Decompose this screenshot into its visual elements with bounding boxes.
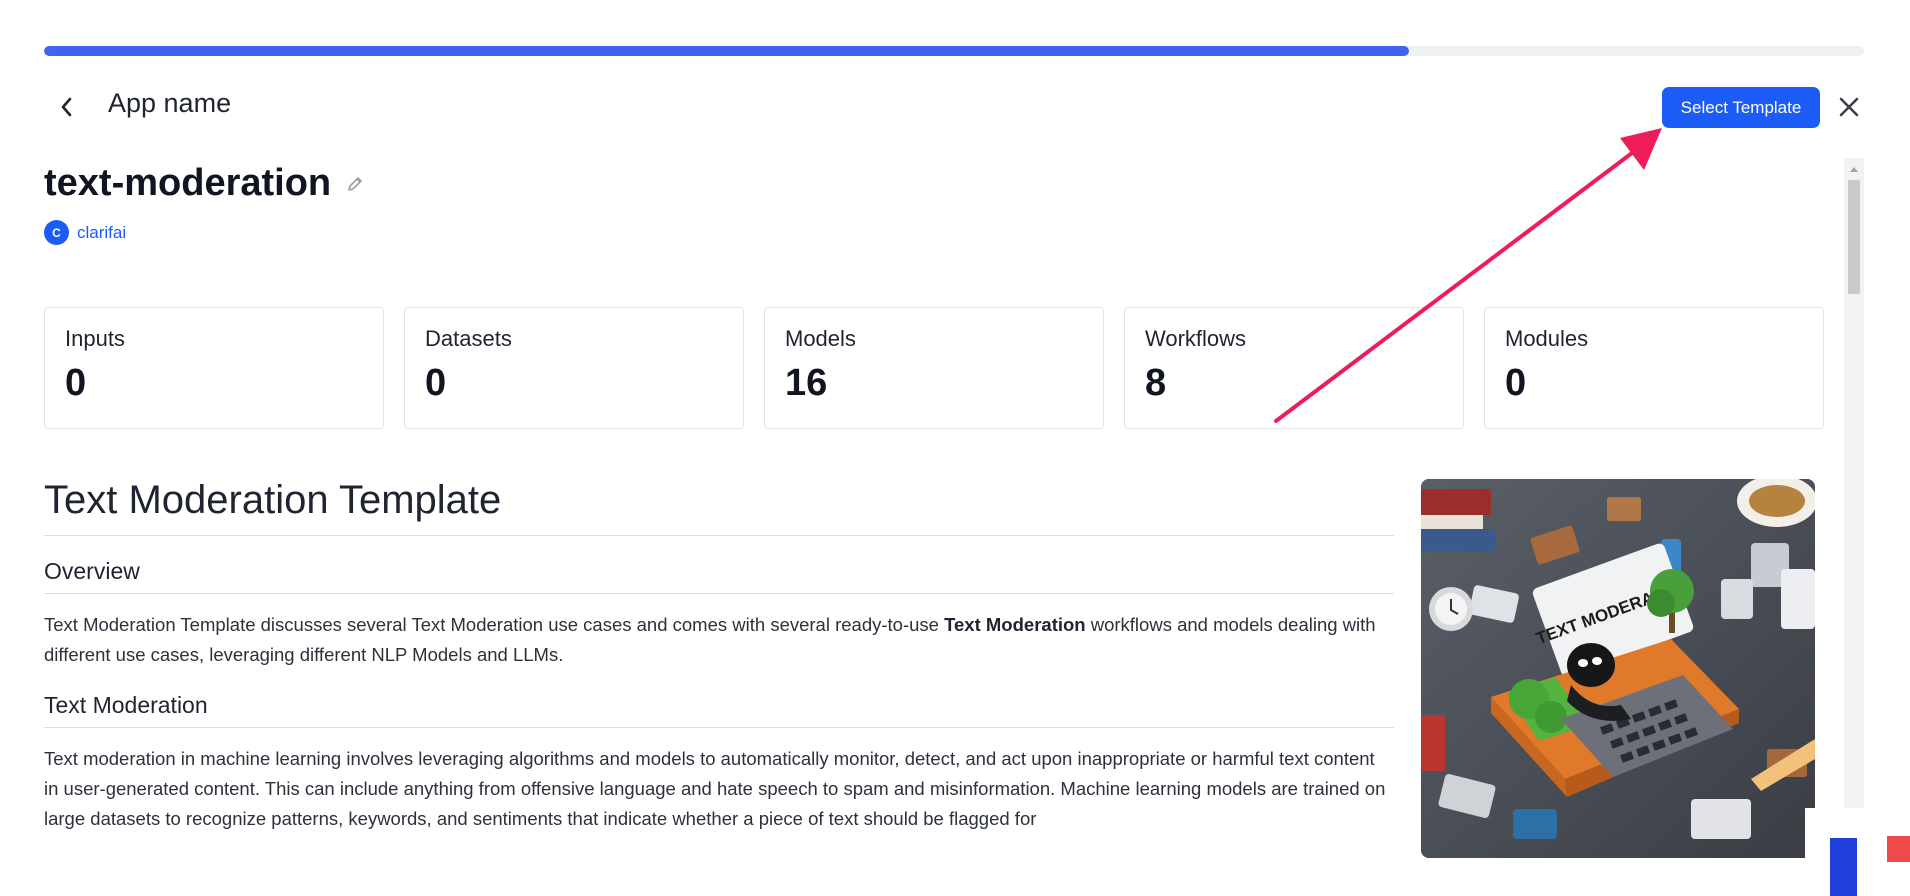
app-title-text: text-moderation: [44, 162, 332, 204]
overview-text-bold: Text Moderation: [944, 614, 1086, 635]
chevron-left-icon: [61, 97, 72, 117]
thumbnail-illustration: TEXT MODERATION: [1421, 479, 1815, 858]
stats-row: Inputs 0 Datasets 0 Models 16 Workflows …: [44, 307, 1824, 429]
stat-value: 16: [785, 362, 828, 404]
app-title: text-moderation: [44, 162, 365, 205]
stat-label: Models: [785, 326, 856, 351]
stat-value: 0: [425, 362, 447, 404]
readme-content: Text Moderation Template Overview Text M…: [44, 478, 1394, 834]
text-moderation-paragraph: Text moderation in machine learning invo…: [44, 748, 1386, 829]
close-icon: [1839, 97, 1859, 117]
scrollbar[interactable]: [1844, 158, 1864, 858]
owner-avatar: C: [44, 220, 69, 245]
progress-bar: [44, 46, 1864, 56]
stat-card-modules[interactable]: Modules 0: [1484, 307, 1824, 429]
overview-text-before: Text Moderation Template discusses sever…: [44, 614, 945, 635]
scroll-up-arrow-icon[interactable]: [1844, 162, 1864, 178]
stat-card-models[interactable]: Models 16: [764, 307, 1104, 429]
progress-bar-fill: [44, 46, 1409, 56]
owner-name[interactable]: clarifai: [77, 223, 126, 243]
stat-label: Inputs: [65, 326, 125, 351]
owner-link[interactable]: C clarifai: [44, 220, 126, 245]
stat-value: 8: [1145, 362, 1167, 404]
stat-value: 0: [65, 362, 87, 404]
stat-card-datasets[interactable]: Datasets 0: [404, 307, 744, 429]
readme-title: Text Moderation Template: [44, 478, 1394, 536]
overview-heading: Overview: [44, 558, 1394, 594]
app-template-page: App name Select Template text-moderation…: [0, 0, 1910, 896]
template-thumbnail: TEXT MODERATION: [1421, 479, 1815, 858]
stat-card-inputs[interactable]: Inputs 0: [44, 307, 384, 429]
stat-label: Modules: [1505, 326, 1589, 351]
stat-card-workflows[interactable]: Workflows 8: [1124, 307, 1464, 429]
close-button[interactable]: [1834, 92, 1864, 122]
back-button[interactable]: [52, 90, 80, 124]
select-template-button[interactable]: Select Template: [1662, 87, 1820, 128]
stat-value: 0: [1505, 362, 1527, 404]
pencil-icon[interactable]: [345, 174, 365, 194]
app-name-label: App name: [108, 88, 232, 118]
text-moderation-heading: Text Moderation: [44, 692, 1394, 728]
stat-label: Workflows: [1145, 326, 1247, 351]
scrollbar-thumb[interactable]: [1848, 180, 1860, 294]
flag-icon: [1805, 808, 1910, 896]
stat-label: Datasets: [425, 326, 512, 351]
overview-paragraph: Text Moderation Template discusses sever…: [44, 610, 1394, 670]
